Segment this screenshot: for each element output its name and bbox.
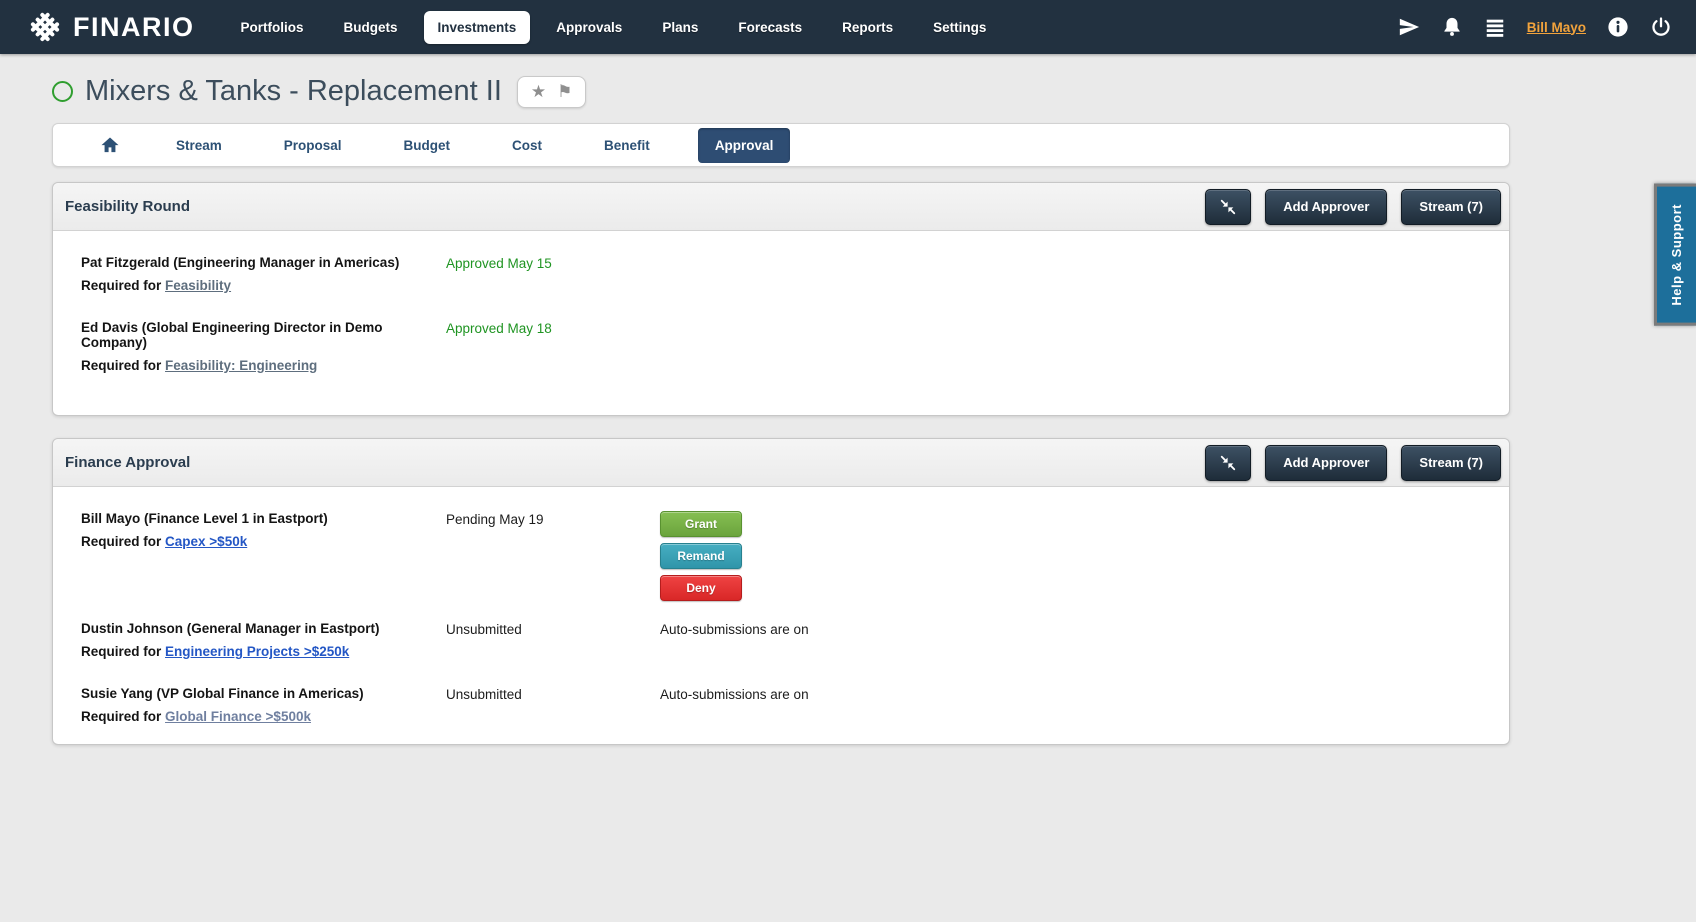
nav-item-settings[interactable]: Settings xyxy=(919,11,1000,44)
panel-title-finance: Finance Approval xyxy=(65,454,191,471)
required-rule-link[interactable]: Engineering Projects >$250k xyxy=(165,644,349,659)
approver-name: Ed Davis (Global Engineering Director in… xyxy=(81,320,383,350)
required-for-label: Required for xyxy=(81,644,162,659)
auto-submission-note: Auto-submissions are on xyxy=(660,687,809,702)
collapse-arrows-icon xyxy=(1218,453,1238,473)
main-nav: Portfolios Budgets Investments Approvals… xyxy=(221,10,1007,44)
brand-name: FINARIO xyxy=(73,11,195,42)
stream-button[interactable]: Stream (7) xyxy=(1401,444,1501,481)
grant-button[interactable]: Grant xyxy=(660,511,742,537)
page-title: Mixers & Tanks - Replacement II xyxy=(85,75,502,107)
approver-row: Pat Fitzgerald (Engineering Manager in A… xyxy=(81,255,1489,293)
nav-item-approvals[interactable]: Approvals xyxy=(542,11,636,44)
collapse-arrows-icon xyxy=(1218,197,1238,217)
approver-row: Dustin Johnson (General Manager in Eastp… xyxy=(81,621,1489,659)
info-icon[interactable] xyxy=(1607,16,1629,38)
add-approver-button[interactable]: Add Approver xyxy=(1265,188,1388,225)
nav-item-budgets[interactable]: Budgets xyxy=(330,11,412,44)
approval-status: Approved May 15 xyxy=(446,256,552,271)
feasibility-panel-header: Feasibility Round Add Approver Stream (7… xyxy=(53,183,1509,231)
nav-item-reports[interactable]: Reports xyxy=(828,11,907,44)
logout-power-icon[interactable] xyxy=(1650,16,1672,38)
main-content: Mixers & Tanks - Replacement II ★ ⚑ Stre… xyxy=(0,75,1510,745)
finance-panel-header: Finance Approval Add Approver Stream (7) xyxy=(53,439,1509,487)
required-for-label: Required for xyxy=(81,358,162,373)
tab-stream[interactable]: Stream xyxy=(162,129,236,162)
nav-item-forecasts[interactable]: Forecasts xyxy=(724,11,816,44)
tab-cost[interactable]: Cost xyxy=(498,129,556,162)
collapse-panel-button[interactable] xyxy=(1205,188,1252,225)
required-rule-link[interactable]: Feasibility xyxy=(165,278,231,293)
finario-brand[interactable]: FINARIO xyxy=(26,8,195,46)
home-icon xyxy=(99,135,121,155)
tab-benefit[interactable]: Benefit xyxy=(590,129,664,162)
required-rule-link[interactable]: Global Finance >$500k xyxy=(165,709,311,724)
approval-status: Pending May 19 xyxy=(446,512,544,527)
finance-panel-body: Bill Mayo (Finance Level 1 in Eastport) … xyxy=(53,487,1509,744)
required-rule-link[interactable]: Feasibility: Engineering xyxy=(165,358,317,373)
add-approver-button[interactable]: Add Approver xyxy=(1265,444,1388,481)
approver-row: Bill Mayo (Finance Level 1 in Eastport) … xyxy=(81,511,1489,601)
tab-budget[interactable]: Budget xyxy=(390,129,465,162)
deny-button[interactable]: Deny xyxy=(660,575,742,601)
approver-name: Dustin Johnson (General Manager in Eastp… xyxy=(81,621,380,636)
nav-item-portfolios[interactable]: Portfolios xyxy=(227,11,318,44)
nav-item-investments[interactable]: Investments xyxy=(423,10,531,44)
star-icon[interactable]: ★ xyxy=(531,81,546,103)
investment-tabbar: Stream Proposal Budget Cost Benefit Appr… xyxy=(52,123,1510,167)
approver-row: Ed Davis (Global Engineering Director in… xyxy=(81,320,1489,373)
page-title-row: Mixers & Tanks - Replacement II ★ ⚑ xyxy=(52,75,1510,108)
send-icon[interactable] xyxy=(1398,16,1420,38)
approver-name: Susie Yang (VP Global Finance in America… xyxy=(81,686,364,701)
top-navbar: FINARIO Portfolios Budgets Investments A… xyxy=(0,0,1696,54)
investment-status-circle-icon xyxy=(52,81,73,102)
required-for-label: Required for xyxy=(81,709,162,724)
approval-status: Unsubmitted xyxy=(446,687,522,702)
approver-row: Susie Yang (VP Global Finance in America… xyxy=(81,686,1489,724)
panel-title-feasibility: Feasibility Round xyxy=(65,198,191,215)
favorite-flag-chip: ★ ⚑ xyxy=(516,75,587,108)
finance-header-actions: Add Approver Stream (7) xyxy=(1205,444,1501,481)
finario-logo-icon xyxy=(26,8,64,46)
nav-item-plans[interactable]: Plans xyxy=(648,11,712,44)
user-menu-link[interactable]: Bill Mayo xyxy=(1527,20,1586,35)
stream-button[interactable]: Stream (7) xyxy=(1401,188,1501,225)
required-rule-link[interactable]: Capex >$50k xyxy=(165,534,247,549)
feasibility-panel-body: Pat Fitzgerald (Engineering Manager in A… xyxy=(53,231,1509,415)
panel-feasibility-round: Feasibility Round Add Approver Stream (7… xyxy=(52,182,1510,416)
approval-status: Approved May 18 xyxy=(446,321,552,336)
required-for-label: Required for xyxy=(81,278,162,293)
help-support-tab[interactable]: Help & Support xyxy=(1654,184,1696,326)
approver-name: Pat Fitzgerald (Engineering Manager in A… xyxy=(81,255,400,270)
navbar-right-tools: Bill Mayo xyxy=(1398,16,1672,38)
remand-button[interactable]: Remand xyxy=(660,543,742,569)
auto-submission-note: Auto-submissions are on xyxy=(660,622,809,637)
tab-approval[interactable]: Approval xyxy=(697,127,791,163)
tab-home[interactable] xyxy=(85,126,135,164)
notifications-bell-icon[interactable] xyxy=(1441,16,1463,38)
collapse-panel-button[interactable] xyxy=(1205,444,1252,481)
required-for-label: Required for xyxy=(81,534,162,549)
approval-actions: Grant Remand Deny xyxy=(660,511,1489,601)
approver-name: Bill Mayo (Finance Level 1 in Eastport) xyxy=(81,511,328,526)
panel-finance-approval: Finance Approval Add Approver Stream (7)… xyxy=(52,438,1510,745)
flag-icon[interactable]: ⚑ xyxy=(557,81,572,103)
tab-proposal[interactable]: Proposal xyxy=(270,129,356,162)
activity-list-icon[interactable] xyxy=(1484,16,1506,38)
feasibility-header-actions: Add Approver Stream (7) xyxy=(1205,188,1501,225)
approval-status: Unsubmitted xyxy=(446,622,522,637)
